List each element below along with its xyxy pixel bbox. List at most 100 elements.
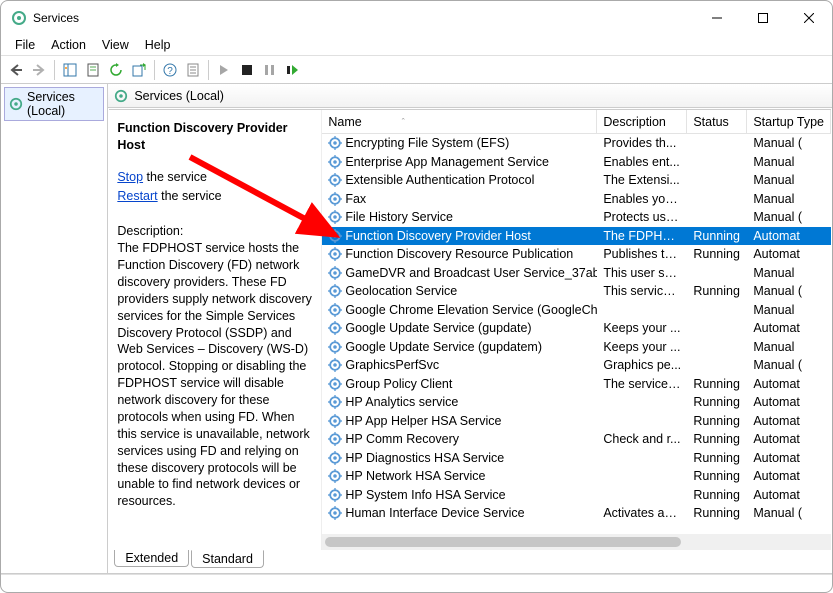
tree-item-services-local[interactable]: Services (Local): [4, 87, 104, 121]
toolbar: ?: [1, 56, 832, 84]
list-header: Nameˆ Description Status Startup Type: [322, 110, 831, 134]
cell-description: Enables ent...: [597, 155, 687, 169]
maximize-button[interactable]: [740, 1, 786, 34]
service-icon: [328, 506, 342, 520]
cell-description: This service ...: [597, 284, 687, 298]
cell-name: Function Discovery Resource Publication: [322, 247, 597, 261]
help-icon: ?: [163, 63, 177, 77]
service-row[interactable]: Function Discovery Provider HostThe FDPH…: [322, 227, 831, 246]
horizontal-scrollbar[interactable]: [322, 534, 831, 550]
cell-status: Running: [687, 247, 747, 261]
cell-startup: Manual (: [747, 284, 827, 298]
cell-name: HP Analytics service: [322, 395, 597, 409]
right-pane-header: Services (Local): [108, 84, 832, 108]
cell-name: Function Discovery Provider Host: [322, 229, 597, 243]
service-row[interactable]: Group Policy ClientThe service i...Runni…: [322, 375, 831, 394]
cell-status: Running: [687, 432, 747, 446]
cell-status: Running: [687, 469, 747, 483]
menu-help[interactable]: Help: [137, 37, 179, 53]
sort-indicator-icon: ˆ: [402, 117, 405, 127]
service-row[interactable]: Google Chrome Elevation Service (GoogleC…: [322, 301, 831, 320]
service-row[interactable]: Human Interface Device ServiceActivates …: [322, 504, 831, 523]
service-row[interactable]: HP Network HSA ServiceRunningAutomat: [322, 467, 831, 486]
service-row[interactable]: HP App Helper HSA ServiceRunningAutomat: [322, 412, 831, 431]
menubar: File Action View Help: [1, 34, 832, 56]
tab-standard[interactable]: Standard: [191, 550, 264, 568]
cell-status: Running: [687, 451, 747, 465]
properties2-button[interactable]: [182, 59, 204, 81]
service-row[interactable]: HP System Info HSA ServiceRunningAutomat: [322, 486, 831, 505]
service-row[interactable]: GameDVR and Broadcast User Service_37ab4…: [322, 264, 831, 283]
service-row[interactable]: Google Update Service (gupdate)Keeps you…: [322, 319, 831, 338]
service-row[interactable]: HP Analytics serviceRunningAutomat: [322, 393, 831, 412]
cell-startup: Automat: [747, 414, 827, 428]
service-icon: [328, 155, 342, 169]
forward-button[interactable]: [28, 59, 50, 81]
start-service-button[interactable]: [213, 59, 235, 81]
col-startup[interactable]: Startup Type: [747, 110, 831, 133]
service-row[interactable]: GraphicsPerfSvcGraphics pe...Manual (: [322, 356, 831, 375]
menu-view[interactable]: View: [94, 37, 137, 53]
properties-icon: [86, 63, 100, 77]
pause-service-button[interactable]: [259, 59, 281, 81]
export-button[interactable]: [128, 59, 150, 81]
service-row[interactable]: Google Update Service (gupdatem)Keeps yo…: [322, 338, 831, 357]
restart-service-button[interactable]: [282, 59, 304, 81]
col-status[interactable]: Status: [687, 110, 747, 133]
service-row[interactable]: Encrypting File System (EFS)Provides th.…: [322, 134, 831, 153]
col-description[interactable]: Description: [597, 110, 687, 133]
cell-description: The FDPHO...: [597, 229, 687, 243]
service-icon: [328, 266, 342, 280]
service-icon: [328, 321, 342, 335]
description-label: Description:: [117, 223, 313, 240]
close-button[interactable]: [786, 1, 832, 34]
services-header-icon: [114, 89, 128, 103]
cell-name: Enterprise App Management Service: [322, 155, 597, 169]
service-icon: [328, 303, 342, 317]
titlebar: Services: [1, 1, 832, 34]
cell-status: Running: [687, 284, 747, 298]
service-row[interactable]: Geolocation ServiceThis service ...Runni…: [322, 282, 831, 301]
menu-action[interactable]: Action: [43, 37, 94, 53]
properties-button[interactable]: [82, 59, 104, 81]
cell-status: Running: [687, 229, 747, 243]
cell-startup: Automat: [747, 229, 827, 243]
stop-link[interactable]: Stop: [117, 170, 143, 184]
col-name[interactable]: Nameˆ: [322, 110, 597, 133]
forward-icon: [32, 63, 46, 77]
cell-name: Extensible Authentication Protocol: [322, 173, 597, 187]
list-body[interactable]: Encrypting File System (EFS)Provides th.…: [322, 134, 831, 534]
service-icon: [328, 136, 342, 150]
hscroll-thumb[interactable]: [325, 537, 681, 547]
service-row[interactable]: Enterprise App Management ServiceEnables…: [322, 153, 831, 172]
service-row[interactable]: HP Comm RecoveryCheck and r...RunningAut…: [322, 430, 831, 449]
service-row[interactable]: FaxEnables you...Manual: [322, 190, 831, 209]
cell-description: Keeps your ...: [597, 340, 687, 354]
tree-item-label: Services (Local): [27, 90, 99, 118]
service-icon: [328, 414, 342, 428]
cell-startup: Manual: [747, 340, 827, 354]
close-icon: [804, 13, 814, 23]
cell-status: Running: [687, 395, 747, 409]
stop-service-button[interactable]: [236, 59, 258, 81]
cell-startup: Manual (: [747, 358, 827, 372]
cell-name: Geolocation Service: [322, 284, 597, 298]
show-hide-tree-button[interactable]: [59, 59, 81, 81]
service-row[interactable]: File History ServiceProtects use...Manua…: [322, 208, 831, 227]
minimize-button[interactable]: [694, 1, 740, 34]
help-button[interactable]: ?: [159, 59, 181, 81]
tab-extended[interactable]: Extended: [114, 550, 189, 567]
play-icon: [219, 65, 229, 75]
description-text: The FDPHOST service hosts the Function D…: [117, 240, 313, 510]
cell-description: Protects use...: [597, 210, 687, 224]
service-row[interactable]: Extensible Authentication ProtocolThe Ex…: [322, 171, 831, 190]
service-row[interactable]: Function Discovery Resource PublicationP…: [322, 245, 831, 264]
refresh-button[interactable]: [105, 59, 127, 81]
menu-file[interactable]: File: [7, 37, 43, 53]
cell-name: Google Update Service (gupdate): [322, 321, 597, 335]
restart-link[interactable]: Restart: [117, 189, 157, 203]
tree-icon: [63, 63, 77, 77]
service-row[interactable]: HP Diagnostics HSA ServiceRunningAutomat: [322, 449, 831, 468]
back-button[interactable]: [5, 59, 27, 81]
cell-name: GameDVR and Broadcast User Service_37ab4…: [322, 266, 597, 280]
